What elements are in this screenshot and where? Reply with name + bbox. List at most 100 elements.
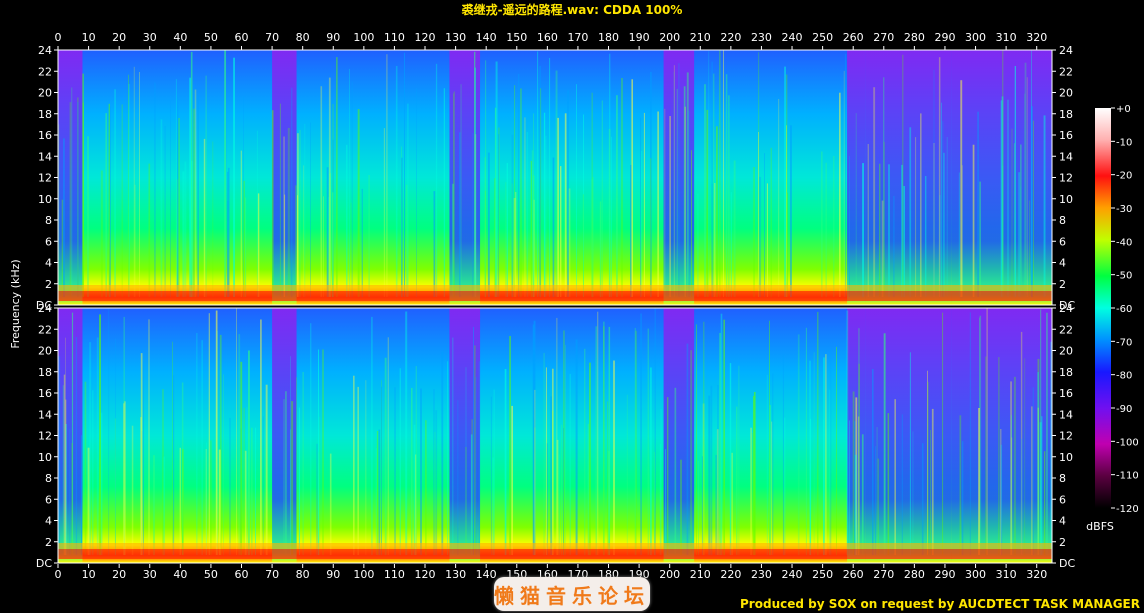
spectral-streak — [322, 349, 324, 555]
spectral-streak — [567, 90, 569, 297]
spectral-streak — [114, 89, 116, 297]
y-tick-label-left: 20 — [38, 87, 52, 100]
spectral-streak — [849, 156, 850, 297]
spectral-streak — [184, 161, 187, 297]
spectral-streak — [817, 311, 819, 555]
spectral-streak — [903, 186, 905, 297]
spectral-streak — [715, 454, 717, 555]
spectral-streak — [640, 117, 641, 297]
quiet-segment — [865, 50, 952, 305]
spectral-streak — [58, 356, 61, 555]
spectral-streak — [257, 193, 260, 297]
spectral-streak — [61, 199, 64, 297]
x-tick-label: 320 — [1026, 568, 1047, 581]
spectral-streak — [769, 405, 771, 555]
spectral-streak — [298, 407, 300, 555]
spectral-streak — [703, 321, 705, 555]
y-tick-label-left: 4 — [45, 515, 52, 528]
spectral-streak — [224, 50, 226, 297]
spectral-streak — [723, 319, 725, 555]
spectral-streak — [977, 111, 979, 297]
spectral-streak — [608, 326, 611, 555]
low-mid-band — [58, 285, 1052, 291]
x-tick-label: 60 — [235, 568, 249, 581]
spectral-streak — [708, 51, 710, 298]
spectral-streak — [179, 447, 181, 555]
spectral-streak — [1011, 128, 1013, 297]
spectral-streak — [563, 330, 565, 555]
spectral-streak — [778, 99, 780, 297]
spectral-streak — [511, 134, 514, 297]
spectral-streak — [786, 74, 788, 297]
spectral-streak — [534, 389, 536, 555]
spectral-streak — [589, 362, 591, 555]
spectral-streak — [100, 170, 103, 297]
spectral-streak — [543, 112, 546, 297]
spectral-streak — [986, 308, 988, 555]
x-tick-label: 170 — [567, 31, 588, 44]
spectral-streak — [925, 176, 927, 297]
spectral-streak — [680, 459, 682, 555]
y-tick-label-right: 18 — [1059, 366, 1073, 379]
spectral-streak — [601, 100, 603, 297]
x-tick-label: 70 — [265, 568, 279, 581]
spectral-streak — [303, 165, 305, 297]
spectral-streak — [797, 334, 800, 555]
spectral-streak — [386, 54, 388, 298]
spectral-streak — [829, 389, 831, 555]
spectral-streak — [810, 418, 812, 555]
x-tick-label: 260 — [843, 568, 864, 581]
colorbar-tick-label: -60 — [1116, 304, 1132, 315]
y-tick-label-right: DC — [1059, 557, 1075, 570]
y-tick-label-right: 6 — [1059, 493, 1066, 506]
y-tick-label-left: 12 — [38, 430, 52, 443]
spectral-streak — [520, 88, 522, 297]
spectral-streak — [738, 365, 740, 555]
spectral-streak — [597, 311, 599, 555]
x-tick-label: 310 — [996, 31, 1017, 44]
spectral-streak — [320, 86, 323, 297]
spectral-streak — [69, 102, 72, 297]
spectral-streak — [526, 131, 529, 297]
spectral-streak — [883, 333, 886, 555]
spectral-streak — [175, 79, 177, 297]
y-tick-label-right: 16 — [1059, 387, 1073, 400]
y-tick-label-left: 8 — [45, 472, 52, 485]
spectral-streak — [71, 87, 73, 297]
spectral-streak — [331, 192, 334, 297]
spectral-streak — [485, 60, 487, 297]
spectral-streak — [603, 326, 605, 555]
spectral-streak — [514, 192, 517, 297]
spectral-streak — [279, 103, 281, 297]
x-tick-label: 300 — [965, 31, 986, 44]
y-tick-label-left: 24 — [38, 302, 52, 315]
spectral-streak — [561, 424, 563, 555]
spectral-streak — [283, 399, 285, 555]
spectral-streak — [302, 372, 304, 555]
colorbar-tick-label: -30 — [1116, 204, 1132, 215]
spectral-streak — [915, 137, 917, 297]
spectral-streak — [518, 74, 520, 297]
colorbar-tick-label: -40 — [1116, 237, 1132, 248]
x-tick-label: 180 — [598, 31, 619, 44]
spectral-streak — [248, 350, 250, 555]
spectral-streak — [63, 138, 65, 297]
spectral-streak — [867, 144, 869, 297]
spectral-streak — [262, 416, 264, 555]
spectral-streak — [902, 54, 904, 297]
spectral-streak — [255, 427, 256, 555]
spectral-streak — [730, 192, 732, 297]
spectral-streak — [883, 141, 885, 297]
x-tick-label: 270 — [873, 568, 894, 581]
colorbar-tick-label: -90 — [1116, 404, 1132, 415]
spectral-streak — [893, 195, 895, 297]
spectral-streak — [539, 65, 541, 298]
y-tick-label-right: 14 — [1059, 150, 1073, 163]
x-tick-label: 250 — [812, 568, 833, 581]
spectral-streak — [128, 74, 129, 297]
spectral-streak — [843, 70, 845, 298]
spectral-streak — [92, 390, 94, 555]
y-tick-label-left: DC — [36, 557, 52, 570]
spectral-streak — [716, 429, 719, 555]
spectral-streak — [470, 434, 473, 555]
